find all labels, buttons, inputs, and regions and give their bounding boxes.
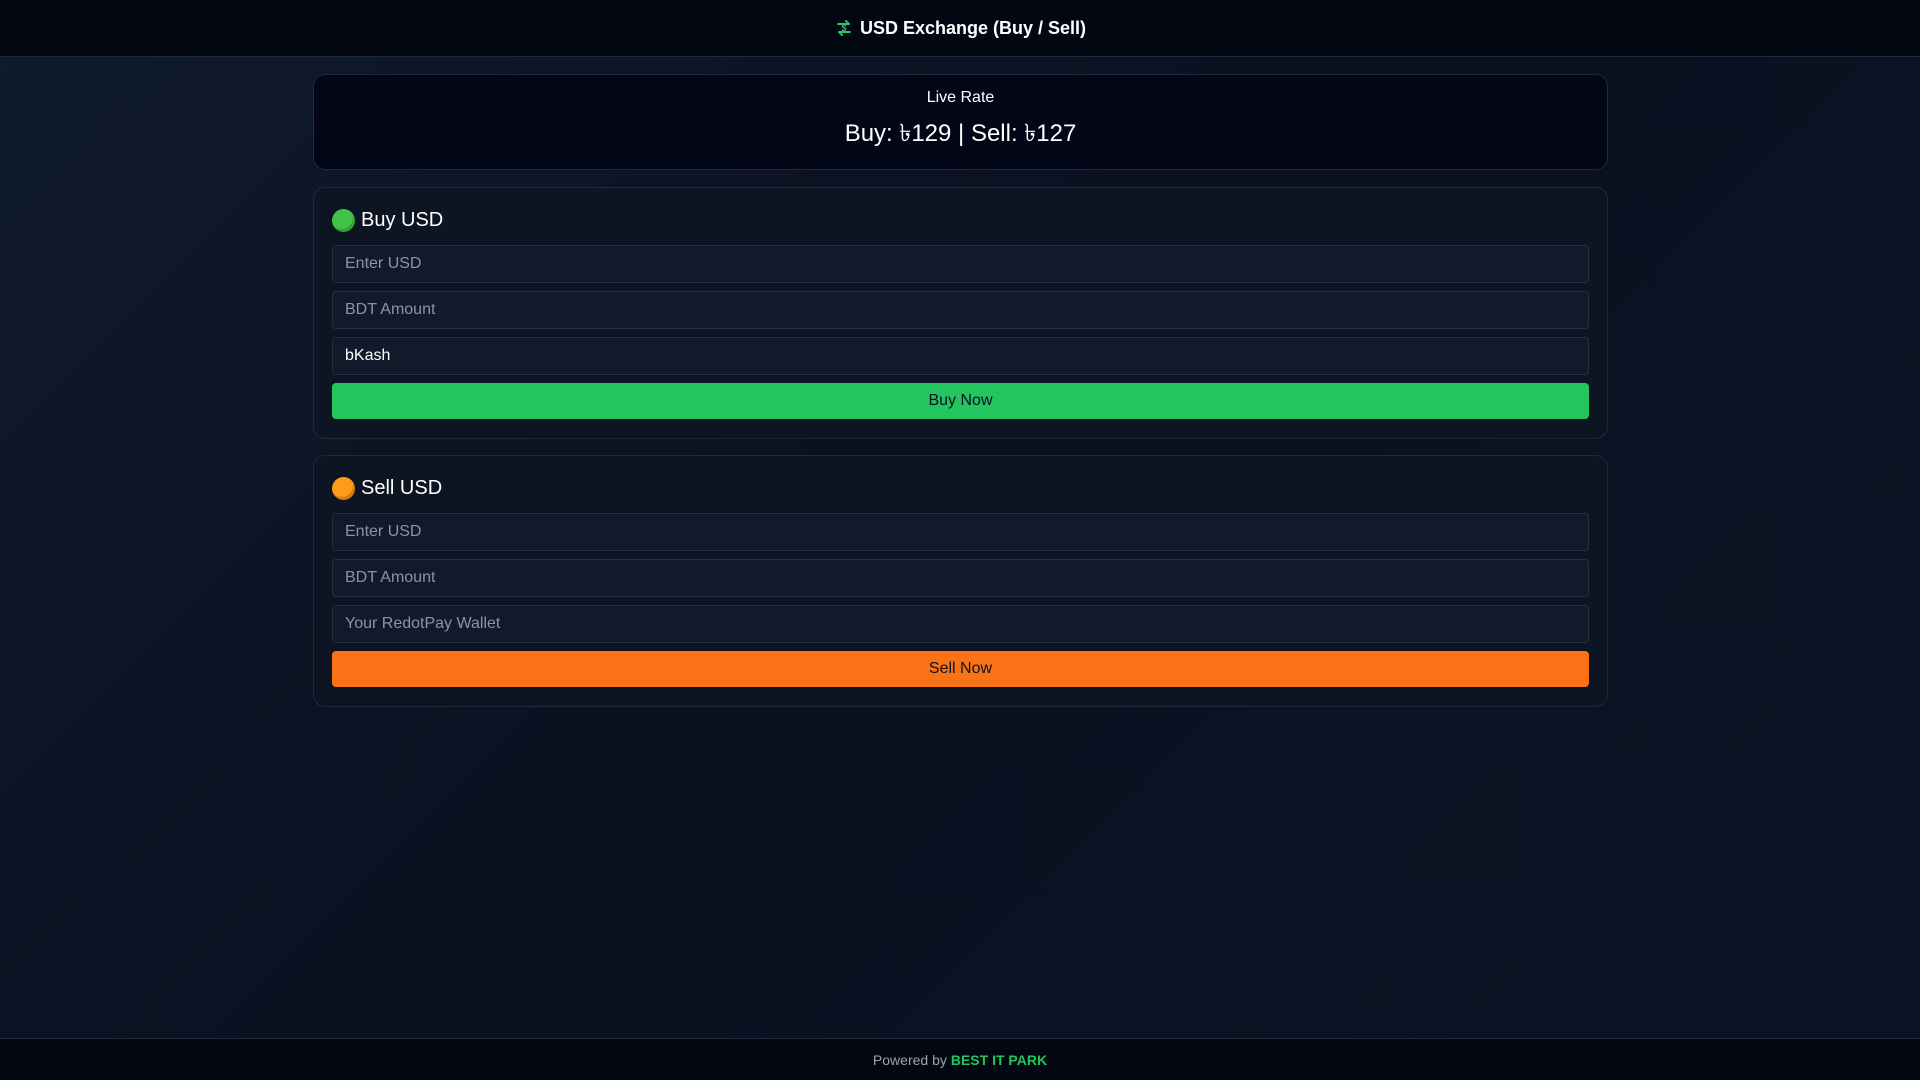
buy-bdt-amount-input[interactable] (332, 291, 1589, 329)
payment-method-select[interactable]: bKash (332, 337, 1589, 375)
page-title-text: USD Exchange (Buy / Sell) (859, 17, 1087, 38)
svg-text:$: $ (841, 23, 846, 33)
buy-usd-title: Buy USD (361, 208, 444, 231)
live-rate-label: Live Rate (926, 89, 995, 106)
orange-circle-icon (332, 476, 355, 500)
page-title: $ USD Exchange (Buy / Sell) (834, 18, 1086, 39)
top-bar: $ USD Exchange (Buy / Sell) (0, 0, 1920, 57)
sell-now-button[interactable]: Sell Now (332, 651, 1589, 687)
footer: Powered by BEST IT PARK (0, 1038, 1920, 1080)
redotpay-wallet-input[interactable] (332, 605, 1589, 643)
footer-brand-link[interactable]: BEST IT PARK (951, 1052, 1047, 1068)
sell-usd-title: Sell USD (361, 476, 443, 499)
sell-usd-card: Sell USD Sell Now (313, 455, 1608, 707)
sell-usd-input[interactable] (332, 513, 1589, 551)
footer-prefix: Powered by (872, 1051, 947, 1068)
live-rate-card: Live Rate Buy: ৳129 | Sell: ৳127 (313, 74, 1608, 170)
buy-now-button[interactable]: Buy Now (332, 383, 1589, 419)
buy-usd-heading: Buy USD (332, 206, 1589, 234)
main-content: Live Rate Buy: ৳129 | Sell: ৳127 Buy USD… (313, 74, 1608, 723)
buy-usd-card: Buy USD bKash Buy Now (313, 187, 1608, 439)
green-circle-icon (332, 208, 355, 232)
sell-bdt-amount-input[interactable] (332, 559, 1589, 597)
currency-exchange-icon: $ (834, 18, 854, 38)
live-rate-value: Buy: ৳129 | Sell: ৳127 (844, 120, 1077, 147)
buy-usd-input[interactable] (332, 245, 1589, 283)
sell-usd-heading: Sell USD (332, 474, 1589, 502)
